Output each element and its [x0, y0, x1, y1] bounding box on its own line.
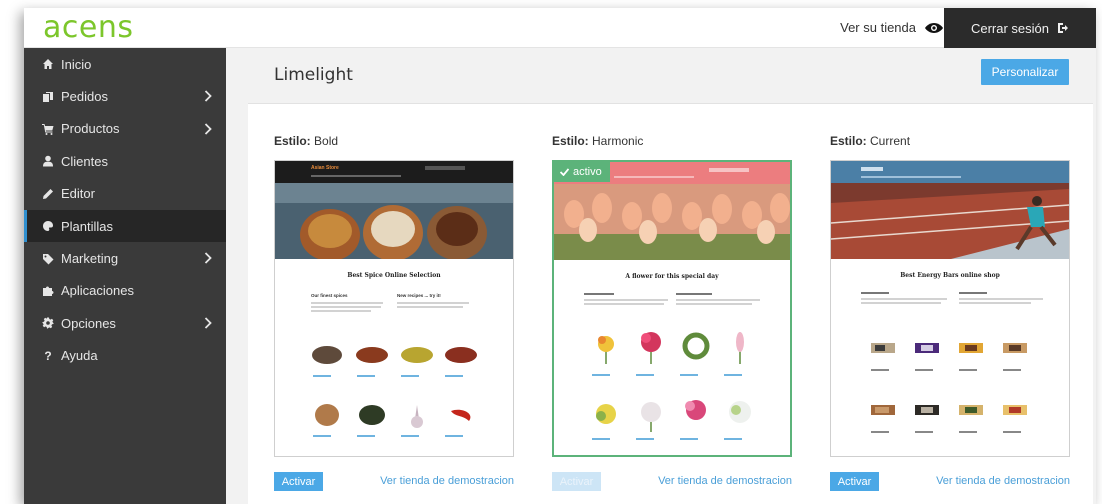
- sidebar-item-label: Productos: [61, 121, 120, 137]
- sidebar-item-marketing[interactable]: Marketing: [24, 242, 226, 274]
- top-bar: acens Ver su tienda Cerrar sesión: [24, 8, 1096, 48]
- view-store-link[interactable]: Ver su tienda: [840, 8, 944, 48]
- preview-col1-title: Our finest spices: [311, 293, 348, 298]
- sidebar-item-label: Aplicaciones: [61, 283, 134, 299]
- theme-actions: Activar Ver tienda de demostracion: [552, 472, 792, 492]
- sidebar-item-clientes[interactable]: Clientes: [24, 145, 226, 177]
- preview-products-row2: [315, 404, 471, 428]
- theme-actions: Activar Ver tienda de demostracion: [274, 472, 514, 492]
- preview-products-row1: [871, 343, 1027, 353]
- activate-button[interactable]: Activar: [552, 472, 601, 491]
- check-icon: [560, 168, 569, 176]
- theme-style-label: Estilo: Current: [830, 134, 911, 148]
- sidebar-item-label: Opciones: [61, 315, 116, 331]
- palette-icon: [41, 219, 55, 233]
- sidebar: Inicio Pedidos Productos Clientes Editor…: [24, 48, 226, 504]
- sidebar-item-label: Editor: [61, 186, 95, 202]
- chevron-right-icon: [204, 123, 212, 135]
- theme-style-label: Estilo: Harmonic: [552, 134, 644, 148]
- sidebar-item-aplicaciones[interactable]: Aplicaciones: [24, 275, 226, 307]
- activate-button[interactable]: Activar: [830, 472, 879, 491]
- sidebar-item-label: Inicio: [61, 56, 92, 72]
- sidebar-item-editor[interactable]: Editor: [24, 178, 226, 210]
- theme-card-bold: Estilo: Bold Asian Store Best Spice Onli…: [274, 134, 514, 491]
- sidebar-item-opciones[interactable]: Opciones: [24, 307, 226, 339]
- puzzle-icon: [41, 284, 55, 298]
- demo-store-link[interactable]: Ver tienda de demostracion: [380, 475, 514, 487]
- chevron-right-icon: [204, 252, 212, 264]
- page-header: Limelight Personalizar: [248, 48, 1093, 104]
- theme-preview-harmonic[interactable]: activo A flower for this special day: [552, 160, 792, 457]
- sidebar-item-label: Ayuda: [61, 348, 98, 364]
- app-window: acens Ver su tienda Cerrar sesión Inicio…: [24, 8, 1096, 504]
- tag-icon: [41, 252, 55, 266]
- sidebar-item-label: Marketing: [61, 251, 119, 267]
- theme-card-current: Estilo: Current Best Energy Bars online …: [830, 134, 1070, 491]
- preview-nav: [831, 161, 1069, 183]
- home-icon: [41, 57, 55, 71]
- gear-icon: [41, 316, 55, 330]
- preview-brand: Asian Store: [311, 165, 339, 171]
- theme-preview-current[interactable]: Best Energy Bars online shop: [830, 160, 1070, 457]
- preview-products-row2: [596, 400, 751, 432]
- preview-hero-image: [554, 184, 790, 260]
- demo-store-link[interactable]: Ver tienda de demostracion: [658, 475, 792, 487]
- user-icon: [41, 154, 55, 168]
- chevron-right-icon: [204, 317, 212, 329]
- brand-logo[interactable]: acens: [43, 12, 133, 44]
- sidebar-item-inicio[interactable]: Inicio: [24, 48, 226, 80]
- main-content: Limelight Personalizar Estilo: Bold Asia…: [226, 48, 1096, 504]
- preview-hero-image: [831, 183, 1069, 259]
- preview-products-row2: [871, 405, 1027, 415]
- sidebar-item-plantillas[interactable]: Plantillas: [24, 209, 226, 243]
- page-title: Limelight: [274, 65, 353, 85]
- chevron-right-icon: [204, 90, 212, 103]
- theme-style-label: Estilo: Bold: [274, 134, 339, 148]
- preview-products-row1: [598, 332, 744, 364]
- preview-col2-title: New recipes ... try it!: [397, 293, 441, 298]
- copy-icon: [41, 90, 55, 104]
- question-icon: ?: [44, 348, 52, 363]
- preview-heading: Best Spice Online Selection: [347, 272, 441, 279]
- theme-card-harmonic: Estilo: Harmonic activo A flower for thi…: [552, 134, 792, 491]
- sidebar-item-label: Clientes: [61, 153, 108, 169]
- sidebar-item-label: Plantillas: [61, 218, 114, 234]
- preview-hero-image: [275, 183, 513, 259]
- preview-products-row1: [312, 346, 477, 364]
- pencil-icon: [41, 187, 55, 201]
- logout-button[interactable]: Cerrar sesión: [944, 8, 1096, 48]
- preview-nav: Asian Store: [275, 161, 513, 183]
- customize-button[interactable]: Personalizar: [981, 59, 1069, 85]
- demo-store-link[interactable]: Ver tienda de demostracion: [936, 475, 1070, 487]
- cart-icon: [41, 122, 55, 136]
- sidebar-item-productos[interactable]: Productos: [24, 113, 226, 145]
- preview-heading: Best Energy Bars online shop: [900, 272, 1000, 279]
- activate-button[interactable]: Activar: [274, 472, 323, 491]
- eye-icon: [925, 23, 943, 33]
- active-badge: activo: [554, 162, 610, 182]
- sidebar-item-ayuda[interactable]: ? Ayuda: [24, 340, 226, 372]
- logout-label: Cerrar sesión: [970, 20, 1050, 36]
- sidebar-item-pedidos[interactable]: Pedidos: [24, 80, 226, 112]
- sidebar-item-label: Pedidos: [61, 89, 108, 105]
- logout-icon: [1058, 23, 1069, 33]
- theme-actions: Activar Ver tienda de demostracion: [830, 472, 1070, 492]
- theme-preview-bold[interactable]: Asian Store Best Spice Online Selection …: [274, 160, 514, 457]
- themes-panel: Estilo: Bold Asian Store Best Spice Onli…: [248, 104, 1093, 504]
- preview-heading: A flower for this special day: [625, 273, 719, 280]
- view-store-label: Ver su tienda: [840, 20, 916, 35]
